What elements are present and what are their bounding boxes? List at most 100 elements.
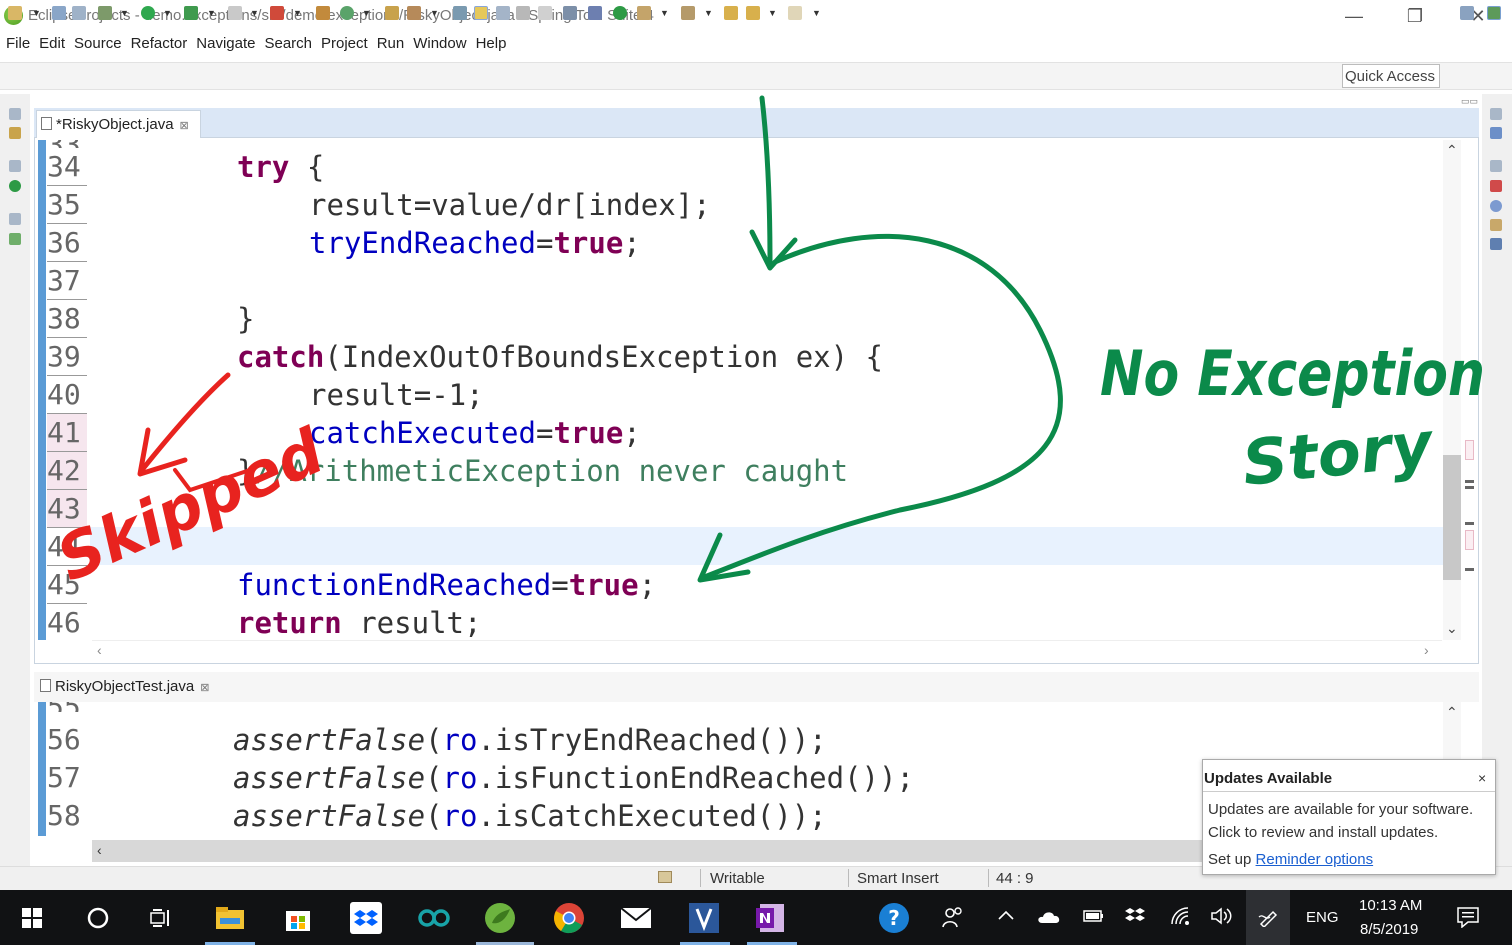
menu-help[interactable]: Help: [476, 33, 514, 59]
chevron-down-icon[interactable]: ▼: [430, 8, 439, 18]
package-explorer-icon[interactable]: [9, 127, 21, 139]
chevron-down-icon[interactable]: ▼: [163, 8, 172, 18]
new-file-icon[interactable]: [8, 6, 22, 20]
volume-icon[interactable]: [1210, 907, 1234, 930]
chevron-up-icon[interactable]: [997, 908, 1015, 926]
restore-view-icon[interactable]: [9, 108, 21, 120]
declaration-icon[interactable]: [1490, 219, 1502, 231]
menu-source[interactable]: Source: [74, 33, 129, 59]
overview-ruler-marker[interactable]: [1465, 486, 1474, 489]
external-tools-icon[interactable]: [270, 6, 284, 20]
toggle-mark-icon[interactable]: [453, 6, 467, 20]
chevron-down-icon[interactable]: ▼: [812, 8, 821, 18]
java-perspective-icon[interactable]: [1487, 6, 1501, 20]
run-icon[interactable]: [141, 6, 155, 20]
reminder-options-link[interactable]: Reminder options: [1256, 851, 1374, 868]
menu-refactor[interactable]: Refactor: [131, 33, 195, 59]
overview-ruler-marker[interactable]: [1465, 530, 1474, 550]
scrollbar-thumb[interactable]: [1443, 455, 1461, 580]
highlight-icon[interactable]: [474, 6, 488, 20]
restore-view-icon[interactable]: [9, 213, 21, 225]
menu-file[interactable]: File: [6, 33, 37, 59]
onedrive-icon[interactable]: [1037, 910, 1061, 929]
chevron-down-icon[interactable]: ▼: [207, 8, 216, 18]
horizontal-scrollbar[interactable]: [92, 840, 1202, 862]
tab-risky-object-java[interactable]: *RiskyObject.java ⊠: [36, 110, 201, 138]
menu-window[interactable]: Window: [413, 33, 473, 59]
search-tool-icon[interactable]: [407, 6, 421, 20]
updates-message[interactable]: Click to review and install updates.: [1208, 824, 1438, 841]
chevron-down-icon[interactable]: ▼: [250, 8, 259, 18]
prev-annotation-icon[interactable]: [681, 6, 695, 20]
scroll-up-icon[interactable]: ⌃: [1446, 704, 1458, 721]
overview-ruler-marker[interactable]: [1465, 568, 1474, 571]
chevron-down-icon[interactable]: ▼: [704, 8, 713, 18]
dropbox-icon[interactable]: [346, 896, 386, 940]
wifi-icon[interactable]: [1170, 906, 1192, 931]
onenote-icon[interactable]: [751, 896, 791, 940]
debug-icon[interactable]: [98, 6, 112, 20]
arduino-icon[interactable]: [414, 896, 454, 940]
new-package-icon[interactable]: [316, 6, 330, 20]
mail-icon[interactable]: [616, 896, 656, 940]
pen-icon[interactable]: [1258, 907, 1280, 932]
boot-dashboard-icon[interactable]: [9, 180, 21, 192]
tab-close-icon[interactable]: ⊠: [200, 682, 209, 694]
action-center-icon[interactable]: [1456, 906, 1480, 933]
tab-close-icon[interactable]: ⊠: [180, 120, 189, 132]
console-icon[interactable]: [563, 6, 577, 20]
restore-view-icon[interactable]: [1490, 108, 1502, 120]
new-class-icon[interactable]: [340, 6, 354, 20]
console-icon[interactable]: [1490, 238, 1502, 250]
minimize-button[interactable]: —: [1334, 4, 1374, 28]
javadoc-icon[interactable]: [1490, 200, 1502, 212]
people-icon[interactable]: [942, 906, 964, 933]
visual-studio-icon[interactable]: [684, 896, 724, 940]
input-language[interactable]: ENG: [1306, 909, 1339, 926]
menu-search[interactable]: Search: [264, 33, 319, 59]
chevron-down-icon[interactable]: ▼: [768, 8, 777, 18]
restore-view-icon[interactable]: [9, 160, 21, 172]
horizontal-scrollbar[interactable]: [92, 640, 1442, 660]
next-annotation-icon[interactable]: [637, 6, 651, 20]
store-icon[interactable]: [278, 896, 318, 940]
outline-icon[interactable]: [1490, 127, 1502, 139]
windows-start-icon[interactable]: [12, 896, 52, 940]
chrome-icon[interactable]: [549, 896, 589, 940]
menu-project[interactable]: Project: [321, 33, 375, 59]
problems-icon[interactable]: [1490, 180, 1502, 192]
tab-risky-object-test-java[interactable]: RiskyObjectTest.java ⊠: [36, 674, 213, 699]
block-select-icon[interactable]: [496, 6, 510, 20]
junit-icon[interactable]: [9, 233, 21, 245]
last-edit-icon[interactable]: [724, 6, 738, 20]
chevron-down-icon[interactable]: ▼: [120, 8, 129, 18]
overview-ruler-marker[interactable]: [1465, 480, 1474, 483]
stop-icon[interactable]: [228, 6, 242, 20]
updates-message[interactable]: Updates are available for your software.: [1208, 801, 1473, 818]
boot-dashboard-icon[interactable]: [613, 6, 627, 20]
scroll-right-icon[interactable]: ›: [1424, 642, 1429, 658]
menu-navigate[interactable]: Navigate: [196, 33, 262, 59]
menu-edit[interactable]: Edit: [39, 33, 72, 59]
scroll-left-icon[interactable]: ‹: [97, 642, 102, 658]
spring-tool-suite-icon[interactable]: [480, 896, 520, 940]
open-type-icon[interactable]: [385, 6, 399, 20]
file-explorer-icon[interactable]: [210, 896, 250, 940]
chevron-down-icon[interactable]: ▼: [362, 8, 371, 18]
cortana-search-icon[interactable]: [78, 896, 118, 940]
scroll-up-icon[interactable]: ⌃: [1446, 142, 1458, 159]
chevron-down-icon[interactable]: ▼: [32, 8, 41, 18]
back-icon[interactable]: [746, 6, 760, 20]
scroll-left-icon[interactable]: ‹: [97, 842, 102, 858]
restore-view-icon[interactable]: [1490, 160, 1502, 172]
overview-ruler-marker[interactable]: [1465, 440, 1474, 460]
open-perspective-icon[interactable]: [1460, 6, 1474, 20]
pilcrow-icon[interactable]: [538, 6, 552, 20]
overview-ruler-marker[interactable]: [1465, 522, 1474, 525]
menu-run[interactable]: Run: [377, 33, 412, 59]
show-whitespace-icon[interactable]: [516, 6, 530, 20]
chevron-down-icon[interactable]: ▼: [660, 8, 669, 18]
battery-icon[interactable]: [1082, 908, 1104, 929]
clock-date[interactable]: 8/5/2019: [1360, 921, 1418, 938]
minimize-editor-icon[interactable]: ▭▭: [1461, 96, 1478, 106]
